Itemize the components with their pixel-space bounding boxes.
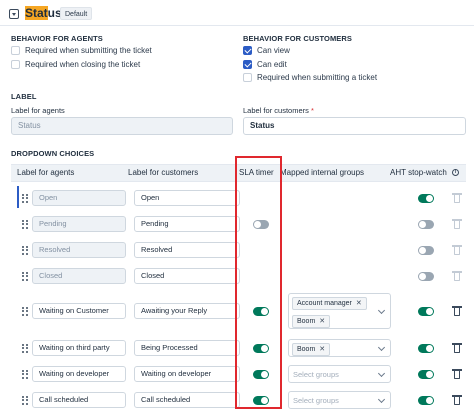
trash-icon xyxy=(452,271,462,281)
agent-label-input[interactable]: Waiting on third party xyxy=(32,340,126,356)
trash-icon[interactable] xyxy=(452,369,462,379)
drag-handle-icon[interactable] xyxy=(22,219,28,229)
agent-label-input: Closed xyxy=(32,268,126,284)
label-customers-input[interactable]: Status xyxy=(243,117,466,135)
mapped-groups-select[interactable]: Select groups xyxy=(288,365,391,383)
trash-icon[interactable] xyxy=(452,343,462,353)
customer-label-input[interactable]: Call scheduled xyxy=(134,392,240,408)
col-label-customers: Label for customers xyxy=(128,168,199,177)
group-chip: Account manager ✕ xyxy=(292,297,367,310)
chevron-down-icon xyxy=(377,369,386,378)
agent-label-input[interactable]: Call scheduled xyxy=(32,392,126,408)
aht-stopwatch-toggle[interactable] xyxy=(418,306,434,316)
agents-option-required-close[interactable]: Required when closing the ticket xyxy=(11,60,140,69)
customers-option-required-submit[interactable]: Required when submitting a ticket xyxy=(243,73,377,82)
groups-placeholder: Select groups xyxy=(293,370,339,379)
group-chip: Boom ✕ xyxy=(292,315,331,328)
drag-handle-icon[interactable] xyxy=(22,395,28,405)
label-section-title: LABEL xyxy=(11,92,37,101)
drag-handle-icon[interactable] xyxy=(22,369,28,379)
aht-stopwatch-toggle[interactable] xyxy=(418,219,434,229)
info-icon[interactable]: i xyxy=(452,169,459,176)
group-chip: Boom ✕ xyxy=(292,343,331,356)
aht-stopwatch-toggle[interactable] xyxy=(418,343,434,353)
col-mapped-groups: Mapped internal groups xyxy=(280,168,365,177)
trash-icon xyxy=(452,193,462,203)
agents-option-required-submit[interactable]: Required when submitting the ticket xyxy=(11,46,152,55)
chevron-down-icon xyxy=(377,343,386,352)
aht-stopwatch-toggle[interactable] xyxy=(418,271,434,281)
remove-chip-icon[interactable]: ✕ xyxy=(319,316,325,327)
aht-stopwatch-toggle[interactable] xyxy=(418,193,434,203)
customer-label-input[interactable]: Resolved xyxy=(134,242,240,258)
checkbox[interactable] xyxy=(11,60,20,69)
field-title: Status xyxy=(25,6,62,20)
agent-label-input[interactable]: Waiting on Customer xyxy=(32,303,126,319)
chevron-down-icon xyxy=(377,306,386,315)
checkbox[interactable] xyxy=(11,46,20,55)
drag-handle-icon[interactable] xyxy=(22,343,28,353)
drag-handle-icon[interactable] xyxy=(22,306,28,316)
behavior-agents-title: BEHAVIOR FOR AGENTS xyxy=(11,34,103,43)
customers-option-can-edit[interactable]: Can edit xyxy=(243,60,287,69)
customer-label-input[interactable]: Being Processed xyxy=(134,340,240,356)
checkbox-checked[interactable] xyxy=(243,46,252,55)
trash-icon xyxy=(452,219,462,229)
agent-label-input: Open xyxy=(32,190,126,206)
mapped-groups-select[interactable]: Select groups xyxy=(288,391,391,409)
trash-icon xyxy=(452,245,462,255)
drag-handle-icon[interactable] xyxy=(22,245,28,255)
aht-stopwatch-toggle[interactable] xyxy=(418,369,434,379)
active-row-indicator xyxy=(17,186,19,208)
agent-label-input[interactable]: Waiting on developer xyxy=(32,366,126,382)
customer-label-input[interactable]: Pending xyxy=(134,216,240,232)
customer-label-input[interactable]: Open xyxy=(134,190,240,206)
trash-icon[interactable] xyxy=(452,395,462,405)
col-aht-stopwatch: AHT stop-watch xyxy=(390,168,447,177)
col-label-agents: Label for agents xyxy=(17,168,75,177)
groups-placeholder: Select groups xyxy=(293,396,339,405)
agent-label-input: Resolved xyxy=(32,242,126,258)
default-badge: Default xyxy=(60,7,93,20)
mapped-groups-select[interactable]: Account manager ✕ Boom ✕ xyxy=(288,293,391,329)
label-agents-caption: Label for agents xyxy=(11,106,65,115)
behavior-customers-title: BEHAVIOR FOR CUSTOMERS xyxy=(243,34,353,43)
agent-label-input: Pending xyxy=(32,216,126,232)
mapped-groups-select[interactable]: Boom ✕ xyxy=(288,339,391,357)
customer-label-input[interactable]: Waiting on developer xyxy=(134,366,240,382)
chevron-down-icon xyxy=(377,395,386,404)
remove-chip-icon[interactable]: ✕ xyxy=(356,298,362,309)
drag-handle-icon[interactable] xyxy=(22,271,28,281)
field-header: Status Default xyxy=(0,0,474,26)
checkbox[interactable] xyxy=(243,73,252,82)
collapse-icon[interactable] xyxy=(9,9,19,19)
label-customers-caption: Label for customers * xyxy=(243,106,314,115)
dropdown-section-title: DROPDOWN CHOICES xyxy=(11,149,95,158)
aht-stopwatch-toggle[interactable] xyxy=(418,245,434,255)
remove-chip-icon[interactable]: ✕ xyxy=(319,344,325,355)
sla-timer-highlight xyxy=(235,156,282,409)
label-agents-input: Status xyxy=(11,117,233,135)
aht-stopwatch-toggle[interactable] xyxy=(418,395,434,405)
customers-option-can-view[interactable]: Can view xyxy=(243,46,290,55)
trash-icon[interactable] xyxy=(452,306,462,316)
checkbox-checked[interactable] xyxy=(243,60,252,69)
drag-handle-icon[interactable] xyxy=(22,193,28,203)
customer-label-input[interactable]: Awaiting your Reply xyxy=(134,303,240,319)
customer-label-input[interactable]: Closed xyxy=(134,268,240,284)
